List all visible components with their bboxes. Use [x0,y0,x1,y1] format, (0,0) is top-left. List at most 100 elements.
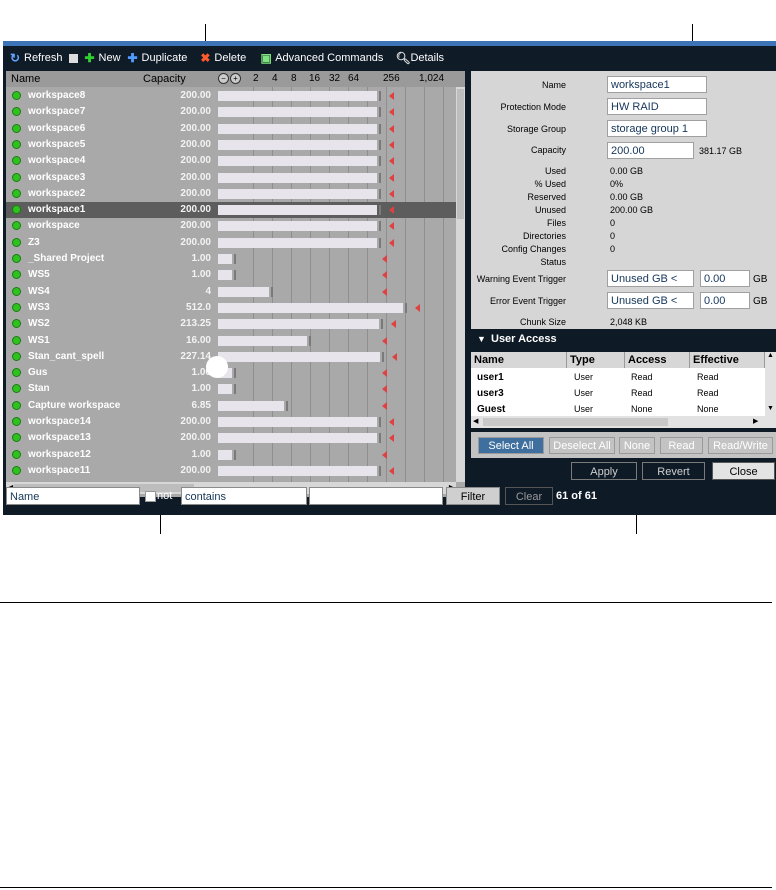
filter-field-select[interactable]: Name [6,487,140,505]
capacity-bar [218,107,377,118]
files-label: Files [546,218,566,228]
user-access-header[interactable]: ▼ User Access [471,331,776,349]
scrollbar-thumb[interactable] [483,418,668,426]
advanced-commands-icon: ▣ [260,51,272,65]
table-row[interactable]: user3 User Read Read [471,385,765,401]
limit-marker-icon [382,255,387,263]
refresh-button[interactable]: ↻ Refresh [9,52,63,64]
list-item[interactable]: workspace 200.00 [6,218,456,234]
status-online-icon [12,302,21,312]
status-online-icon [12,433,21,443]
select-all-button[interactable]: Select All [478,437,544,454]
list-item[interactable]: WS5 1.00 [6,267,456,283]
scroll-down-icon[interactable]: ▼ [767,405,774,412]
protection-mode-field[interactable]: HW RAID [607,98,707,115]
limit-marker-icon [414,303,420,312]
revert-button[interactable]: Revert [642,462,705,480]
list-item[interactable]: workspace8 200.00 [6,88,456,104]
apply-button[interactable]: Apply [571,462,637,480]
new-button[interactable]: ✚ New [68,52,121,64]
ua-user-access: Read [631,388,653,398]
error-trigger-mode[interactable]: Unused GB < [607,292,694,309]
duplicate-button[interactable]: ✚ Duplicate [127,52,188,64]
list-vertical-scrollbar[interactable] [456,87,465,482]
status-online-icon [12,188,21,198]
capacity-marker [309,335,312,346]
zoom-out-icon[interactable]: − [218,73,229,84]
warning-trigger-mode[interactable]: Unused GB < [607,270,694,287]
clear-button[interactable]: Clear [505,487,553,505]
list-item[interactable]: workspace4 200.00 [6,153,456,169]
ua-column-effective[interactable]: Effective [690,352,765,368]
capacity-bar [218,237,377,248]
list-item[interactable]: workspace7 200.00 [6,104,456,120]
name-field[interactable]: workspace1 [607,76,707,93]
list-item[interactable]: WS2 213.25 [6,316,456,332]
ua-column-name[interactable]: Name [471,352,567,368]
scroll-up-icon[interactable]: ▲ [767,352,774,359]
used-value: 0.00 GB [610,166,644,176]
list-item[interactable]: Stan 1.00 [6,381,456,397]
workspace-capacity: 200.00 [180,432,211,444]
ua-column-access[interactable]: Access [625,352,690,368]
scroll-left-icon[interactable]: ◀ [473,417,478,425]
warning-trigger-value[interactable]: 0.00 [700,270,750,287]
status-online-icon [12,91,21,100]
list-item[interactable]: workspace5 200.00 [6,137,456,153]
list-item[interactable]: WS4 4 [6,284,456,300]
ua-vertical-scrollbar[interactable]: ▲ ▼ [765,352,776,416]
advanced-commands-button[interactable]: ▣ Advanced Commands [260,51,384,65]
column-header-capacity[interactable]: Capacity [143,73,186,85]
list-item[interactable]: workspace6 200.00 [6,121,456,137]
status-online-icon [12,449,21,459]
capacity-bar [218,384,232,395]
read-write-button[interactable]: Read/Write [708,437,773,454]
scale-tick: 64 [348,73,360,84]
capacity-marker [234,384,236,395]
filter-operator-select[interactable]: contains [181,487,307,505]
workspace-name: WS5 [28,269,50,281]
scrollbar-thumb[interactable] [457,89,464,219]
storage-group-field[interactable]: storage group 1 [607,120,707,137]
list-item[interactable]: workspace2 200.00 [6,186,456,202]
list-item[interactable]: Stan_cant_spell 227.14 [6,349,456,365]
config-changes-value: 0 [610,244,616,254]
column-header-name[interactable]: Name [11,73,40,85]
list-item[interactable]: WS3 512.0 [6,300,456,316]
pct-used-value: 0% [610,179,624,189]
list-item[interactable]: _Shared Project 1.00 [6,251,456,267]
details-button[interactable]: 🔍︎ Details [395,52,444,64]
none-button[interactable]: None [619,437,655,454]
delete-x-icon: ✖ [200,51,211,65]
error-trigger-value[interactable]: 0.00 [700,292,750,309]
list-item[interactable]: WS1 16.00 [6,333,456,349]
list-item[interactable]: Gus 1.00 [6,365,456,381]
list-item[interactable]: workspace3 200.00 [6,170,456,186]
zoom-in-icon[interactable]: + [230,73,241,84]
table-row[interactable]: user1 User Read Read [471,369,765,385]
close-button[interactable]: Close [712,462,775,480]
list-item[interactable]: workspace12 1.00 [6,447,456,463]
list-item[interactable]: workspace11 200.00 [6,463,456,479]
limit-marker-icon [382,385,387,394]
list-item[interactable]: workspace1 200.00 [6,202,456,219]
list-item[interactable]: workspace14 200.00 [6,414,456,430]
workspace-name: workspace12 [28,448,91,460]
capacity-field[interactable]: 200.00 [607,142,694,159]
capacity-bar [218,319,379,330]
delete-button[interactable]: ✖ Delete [199,52,246,64]
limit-marker-icon [388,238,394,247]
list-item[interactable]: Z3 200.00 [6,235,456,251]
filter-value-input[interactable] [309,487,443,505]
filter-button[interactable]: Filter [446,487,500,505]
list-item[interactable]: workspace13 200.00 [6,430,456,446]
ua-column-type[interactable]: Type [567,352,625,368]
ua-user-type: User [574,372,594,382]
table-row[interactable]: Guest User None None [471,401,765,417]
list-item[interactable]: Capture workspace 6.85 [6,398,456,414]
scroll-right-icon[interactable]: ▶ [753,417,758,425]
ua-horizontal-scrollbar[interactable]: ◀ ▶ [471,416,776,428]
not-checkbox[interactable] [145,491,156,502]
read-button[interactable]: Read [660,437,703,454]
deselect-all-button[interactable]: Deselect All [549,437,615,454]
